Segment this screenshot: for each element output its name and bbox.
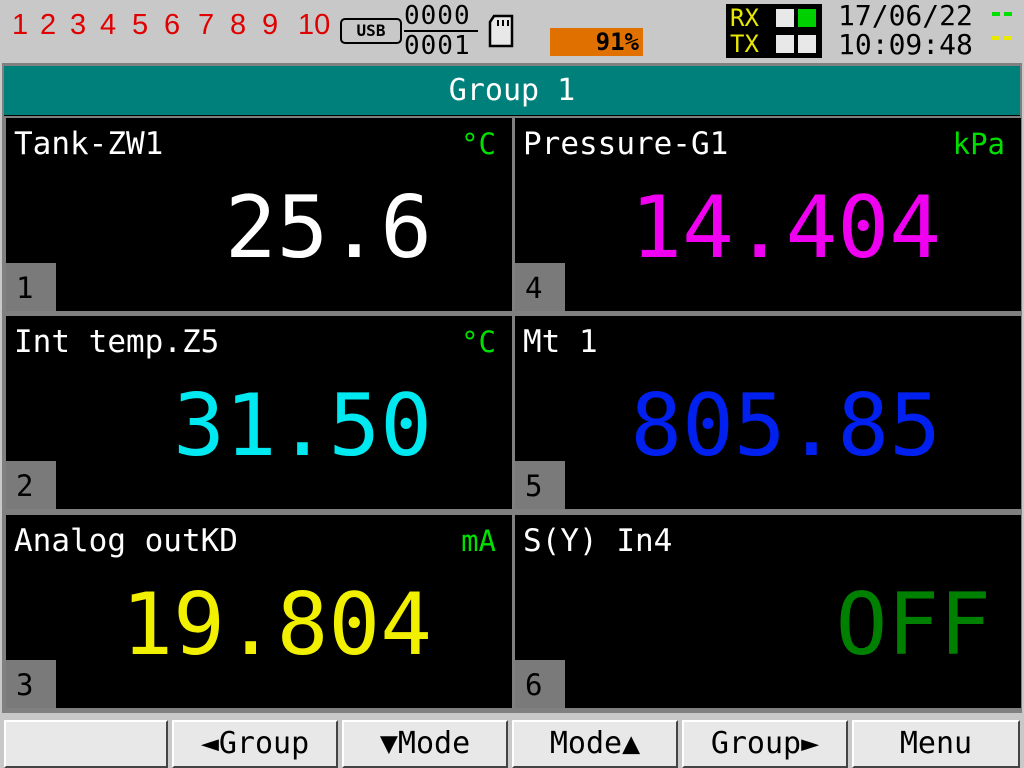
channel-unit: °C [461, 127, 496, 161]
sd-card-icon [488, 14, 514, 48]
tx-indicator-1 [776, 35, 794, 53]
channel-indicator-3: 3 [70, 9, 87, 41]
channel-unit: kPa [952, 127, 1005, 161]
time-display: 10:09:48 [838, 28, 973, 61]
softkey-blank[interactable] [4, 720, 168, 768]
channel-unit: mA [461, 524, 496, 558]
channel-panel-5[interactable]: Mt 1 805.85 5 [515, 316, 1021, 509]
channel-number: 4 [515, 263, 565, 311]
channel-indicator-6: 6 [164, 9, 181, 41]
channel-panel-6[interactable]: S(Y) In4 OFF 6 [515, 515, 1021, 708]
channel-value: 14.404 [630, 178, 941, 278]
channel-indicator-5: 5 [132, 9, 149, 41]
channel-indicator-7: 7 [198, 9, 215, 41]
channel-number: 5 [515, 461, 565, 509]
channel-indicator-4: 4 [100, 9, 117, 41]
channel-panel-4[interactable]: Pressure-G1 kPa 14.404 4 [515, 118, 1021, 311]
comm-status: RX TX [726, 4, 822, 58]
counter-top: 0000 [404, 1, 471, 31]
date-display: 17/06/22 [838, 0, 973, 32]
channel-number: 6 [515, 660, 565, 708]
channel-panel-2[interactable]: Int temp.Z5 °C 31.50 2 [6, 316, 512, 509]
tx-label: TX [730, 30, 759, 58]
channel-number: 2 [6, 461, 56, 509]
time-dash-1 [992, 36, 1000, 40]
group-prev-button[interactable]: ◄Group [172, 720, 338, 768]
channel-indicator-1: 1 [12, 9, 29, 41]
channel-value: OFF [835, 575, 991, 675]
status-bar: 1 2 3 4 5 6 7 8 9 10 USB 0000 0001 91% R… [0, 0, 1024, 62]
channel-panel-3[interactable]: Analog outKD mA 19.804 3 [6, 515, 512, 708]
channel-number: 1 [6, 263, 56, 311]
time-dash-2 [1004, 36, 1012, 40]
channel-indicator-10: 10 [298, 9, 331, 41]
channel-tag: Pressure-G1 [523, 126, 729, 162]
channel-value: 31.50 [173, 376, 432, 476]
usb-icon: USB [340, 18, 402, 44]
tx-indicator-2 [798, 35, 816, 53]
date-dash-1 [992, 12, 1000, 16]
rx-indicator-1 [776, 9, 794, 27]
channel-value: 25.6 [224, 178, 432, 278]
channel-panel-1[interactable]: Tank-ZW1 °C 25.6 1 [6, 118, 512, 311]
channel-value: 19.804 [121, 575, 432, 675]
channel-tag: Int temp.Z5 [14, 324, 220, 360]
channel-tag: Tank-ZW1 [14, 126, 164, 162]
rx-indicator-2 [798, 9, 816, 27]
rx-label: RX [730, 4, 759, 32]
softkey-bar: ◄Group ▼Mode Mode▲ Group► Menu [0, 716, 1024, 768]
storage-capacity-badge: 91% [550, 28, 643, 56]
counter-bottom: 0001 [404, 31, 471, 61]
channel-unit: °C [461, 325, 496, 359]
channel-indicator-2: 2 [40, 9, 57, 41]
channel-value: 805.85 [630, 376, 941, 476]
date-dash-2 [1004, 12, 1012, 16]
group-next-button[interactable]: Group► [682, 720, 848, 768]
mode-down-button[interactable]: ▼Mode [342, 720, 508, 768]
channel-tag: S(Y) In4 [523, 523, 673, 559]
mode-up-button[interactable]: Mode▲ [512, 720, 678, 768]
menu-button[interactable]: Menu [852, 720, 1020, 768]
channel-indicator-9: 9 [262, 9, 279, 41]
channel-tag: Mt 1 [523, 324, 598, 360]
channel-tag: Analog outKD [14, 523, 238, 559]
channel-indicator-8: 8 [230, 9, 247, 41]
group-title: Group 1 [4, 66, 1020, 116]
channel-number: 3 [6, 660, 56, 708]
